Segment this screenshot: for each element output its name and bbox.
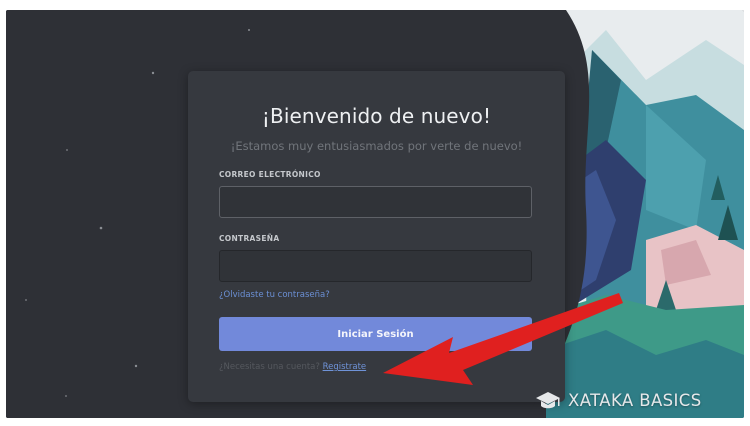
watermark-text: XATAKA BASICS [568, 390, 702, 410]
register-link[interactable]: Registrate [323, 362, 367, 372]
email-label: CORREO ELECTRÓNICO [219, 170, 321, 179]
graduation-cap-icon [536, 392, 560, 409]
email-field[interactable] [219, 186, 532, 218]
forgot-password-link[interactable]: ¿Olvidaste tu contraseña? [219, 290, 330, 300]
watermark: XATAKA BASICS [535, 388, 702, 412]
register-prompt-line: ¿Necesitas una cuenta? Registrate [219, 362, 366, 372]
red-arrow-annotation [383, 293, 623, 385]
login-title: ¡Bienvenido de nuevo! [261, 104, 492, 128]
password-label: CONTRASEÑA [219, 234, 280, 243]
login-subtitle: ¡Estamos muy entusiasmados por verte de … [230, 139, 523, 153]
app-screen: ¡Bienvenido de nuevo! ¡Estamos muy entus… [6, 10, 744, 418]
password-field[interactable] [219, 250, 532, 282]
register-prompt: ¿Necesitas una cuenta? [219, 362, 320, 372]
